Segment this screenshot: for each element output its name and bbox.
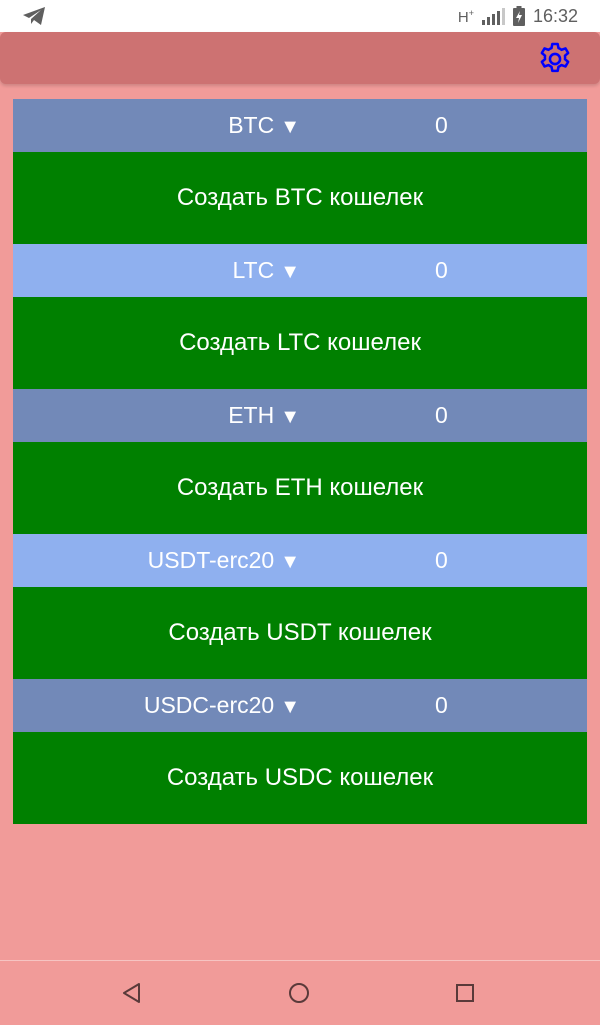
create-usdt-wallet-button[interactable]: Создать USDT кошелек: [13, 587, 587, 679]
create-usdc-wallet-button[interactable]: Создать USDC кошелек: [13, 732, 587, 824]
wallet-header-ltc[interactable]: LTC ▼ 0: [13, 244, 587, 297]
wallet-list: BTC ▼ 0 Создать BTC кошелек LTC ▼ 0 Создат…: [13, 99, 587, 824]
status-bar: H+ 16:32: [0, 0, 600, 32]
currency-dropdown[interactable]: USDT-erc20 ▼: [148, 534, 300, 587]
currency-label: USDT-erc20: [147, 547, 275, 573]
clock: 16:32: [532, 5, 578, 26]
currency-dropdown[interactable]: ETH ▼: [228, 389, 300, 442]
network-type: H+: [457, 8, 474, 26]
currency-label: LTC: [232, 257, 275, 283]
home-circle-icon[interactable]: [285, 979, 313, 1007]
dropdown-arrow-icon: ▼: [280, 551, 300, 573]
balance-value: 0: [435, 402, 448, 428]
dropdown-arrow-icon: ▼: [280, 116, 300, 138]
wallet-header-btc[interactable]: BTC ▼ 0: [13, 99, 587, 152]
currency-dropdown[interactable]: USDC-erc20 ▼: [144, 679, 300, 732]
battery-charging-icon: [512, 6, 525, 26]
app-bar: [0, 32, 600, 84]
status-indicators: H+ 16:32: [458, 0, 578, 32]
currency-label: BTC: [228, 112, 275, 138]
create-btc-wallet-button[interactable]: Создать BTC кошелек: [13, 152, 587, 244]
dropdown-arrow-icon: ▼: [280, 406, 300, 428]
wallet-header-usdt[interactable]: USDT-erc20 ▼ 0: [13, 534, 587, 587]
currency-dropdown[interactable]: BTC ▼: [228, 99, 300, 152]
currency-dropdown[interactable]: LTC ▼: [232, 244, 300, 297]
create-eth-wallet-button[interactable]: Создать ETH кошелек: [13, 442, 587, 534]
currency-label: USDC-erc20: [143, 692, 275, 718]
telegram-icon: [23, 7, 45, 25]
back-triangle-icon[interactable]: [118, 979, 146, 1007]
dropdown-arrow-icon: ▼: [280, 261, 300, 283]
wallet-header-eth[interactable]: ETH ▼ 0: [13, 389, 587, 442]
signal-strength-icon: [481, 7, 505, 25]
recents-square-icon[interactable]: [451, 979, 479, 1007]
balance-value: 0: [435, 257, 448, 283]
navigation-bar: [0, 960, 600, 1025]
create-ltc-wallet-button[interactable]: Создать LTC кошелек: [13, 297, 587, 389]
gear-icon[interactable]: [536, 40, 574, 78]
balance-value: 0: [435, 692, 448, 718]
balance-value: 0: [435, 112, 448, 138]
currency-label: ETH: [228, 402, 275, 428]
wallet-header-usdc[interactable]: USDC-erc20 ▼ 0: [13, 679, 587, 732]
dropdown-arrow-icon: ▼: [280, 696, 300, 718]
balance-value: 0: [435, 547, 448, 573]
